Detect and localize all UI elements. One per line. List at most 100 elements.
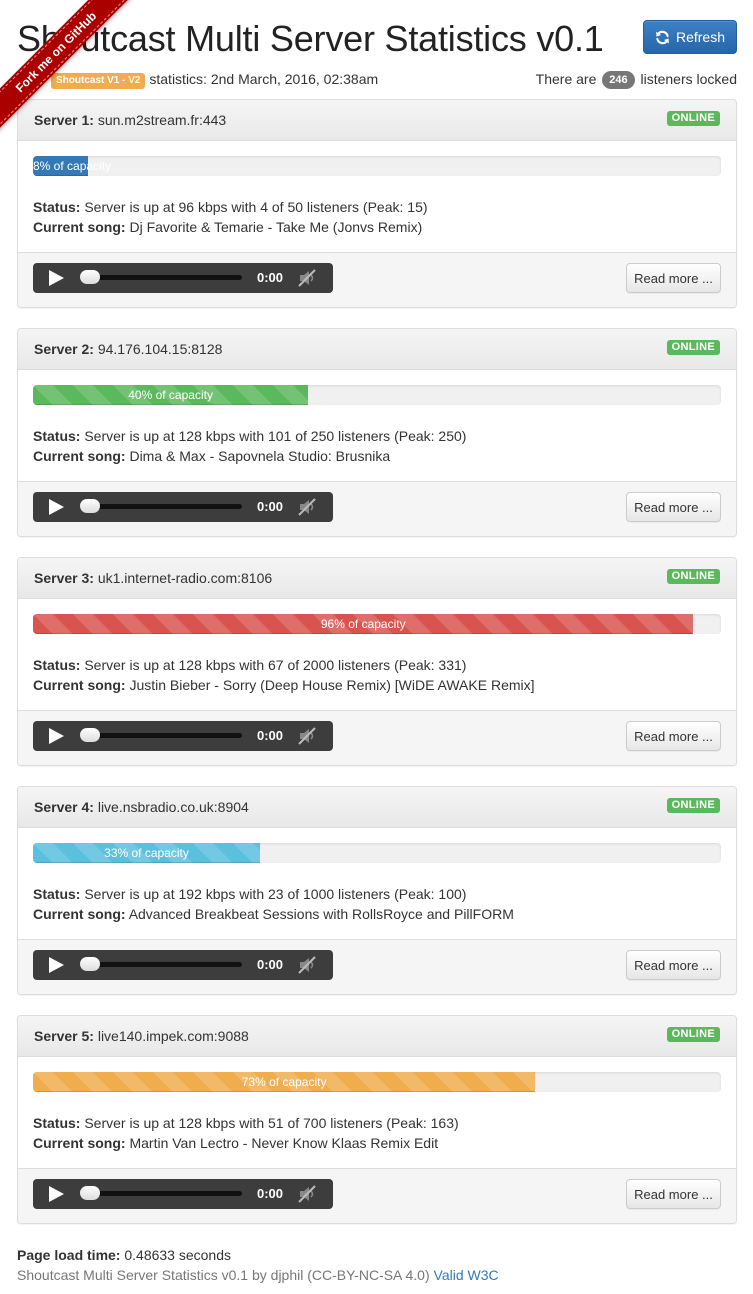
seek-handle[interactable] xyxy=(80,1186,100,1200)
elapsed-time: 0:00 xyxy=(257,499,284,514)
listeners-count-badge: 246 xyxy=(602,71,635,89)
server-info: Status: Server is up at 128 kbps with 67… xyxy=(33,655,721,695)
status-line: Status: Server is up at 128 kbps with 10… xyxy=(33,426,721,446)
capacity-progress-bar: 73% of capacity xyxy=(33,1072,536,1092)
server-address: live140.impek.com:9088 xyxy=(97,1028,249,1044)
play-button[interactable] xyxy=(43,725,69,747)
play-icon xyxy=(49,499,64,515)
capacity-progress: 40% of capacity xyxy=(33,385,721,405)
play-button[interactable] xyxy=(43,1183,69,1205)
current-song-label: Current song: xyxy=(33,1135,126,1151)
server-info: Status: Server is up at 96 kbps with 4 o… xyxy=(33,197,721,237)
server-panel-body: 33% of capacity Status: Server is up at … xyxy=(18,828,736,939)
server-panel-footer: 0:00 Read more ... xyxy=(18,1168,736,1223)
capacity-progress-bar: 33% of capacity xyxy=(33,843,261,863)
listeners-info: There are 246 listeners locked xyxy=(536,69,737,89)
seek-handle[interactable] xyxy=(80,270,100,284)
status-text: Server is up at 128 kbps with 67 of 2000… xyxy=(84,657,467,673)
elapsed-time: 0:00 xyxy=(257,270,284,285)
current-song-label: Current song: xyxy=(33,219,126,235)
status-text: Server is up at 128 kbps with 51 of 700 … xyxy=(84,1115,459,1131)
server-label: Server 5: xyxy=(34,1028,94,1044)
statistics-text: statistics: 2nd March, 2016, 02:38am xyxy=(149,71,379,87)
play-button[interactable] xyxy=(43,954,69,976)
status-label: Status: xyxy=(33,886,81,902)
seek-bar[interactable] xyxy=(80,957,242,971)
server-panel-body: 73% of capacity Status: Server is up at … xyxy=(18,1057,736,1168)
current-song-label: Current song: xyxy=(33,448,126,464)
server-panel: Server 3: uk1.internet-radio.com:8106 ON… xyxy=(17,557,737,766)
play-icon xyxy=(49,957,64,973)
status-badge: ONLINE xyxy=(666,111,720,126)
seek-bar[interactable] xyxy=(80,728,242,742)
elapsed-time: 0:00 xyxy=(257,957,284,972)
read-more-button[interactable]: Read more ... xyxy=(626,950,721,980)
current-song-line: Current song: Martin Van Lectro - Never … xyxy=(33,1133,721,1153)
status-badge: ONLINE xyxy=(666,1027,720,1042)
server-info: Status: Server is up at 128 kbps with 10… xyxy=(33,426,721,466)
seek-bar[interactable] xyxy=(80,1186,242,1200)
refresh-label: Refresh xyxy=(675,29,726,45)
audio-player: 0:00 xyxy=(33,1179,333,1209)
status-badge: ONLINE xyxy=(666,798,720,813)
mute-button[interactable] xyxy=(297,498,317,516)
server-label: Server 4: xyxy=(34,799,94,815)
version-badge-v2: V2 xyxy=(128,75,141,86)
server-panel-heading: Server 3: uk1.internet-radio.com:8106 ON… xyxy=(18,558,736,599)
listeners-suffix: listeners locked xyxy=(640,71,738,87)
status-line: Status: Server is up at 96 kbps with 4 o… xyxy=(33,197,721,217)
server-panel-footer: 0:00 Read more ... xyxy=(18,710,736,765)
current-song-line: Current song: Dima & Max - Sapovnela Stu… xyxy=(33,446,721,466)
capacity-progress-bar: 40% of capacity xyxy=(33,385,309,405)
server-panel-body: 40% of capacity Status: Server is up at … xyxy=(18,370,736,481)
mute-button[interactable] xyxy=(297,269,317,287)
version-badge: Shoutcast V1 - V2 xyxy=(51,73,146,89)
current-song-text: Dima & Max - Sapovnela Studio: Brusnika xyxy=(129,448,391,464)
credits-line: Shoutcast Multi Server Statistics v0.1 b… xyxy=(17,1265,737,1285)
current-song-text: Advanced Breakbeat Sessions with RollsRo… xyxy=(128,906,514,922)
play-icon xyxy=(49,728,64,744)
mute-button[interactable] xyxy=(297,956,317,974)
seek-bar[interactable] xyxy=(80,270,242,284)
server-panel-footer: 0:00 Read more ... xyxy=(18,939,736,994)
server-panel-heading: Server 1: sun.m2stream.fr:443 ONLINE xyxy=(18,100,736,141)
server-address: 94.176.104.15:8128 xyxy=(97,341,223,357)
refresh-button[interactable]: Refresh xyxy=(643,20,737,54)
seek-handle[interactable] xyxy=(80,957,100,971)
page-load-value: 0.48633 seconds xyxy=(124,1247,231,1263)
capacity-progress-bar: 96% of capacity xyxy=(33,614,694,634)
current-song-line: Current song: Justin Bieber - Sorry (Dee… xyxy=(33,675,721,695)
status-badge: ONLINE xyxy=(666,569,720,584)
read-more-button[interactable]: Read more ... xyxy=(626,1179,721,1209)
page-title: Shoutcast Multi Server Statistics v0.1 xyxy=(17,18,604,59)
status-label: Status: xyxy=(33,657,81,673)
valid-w3c-link[interactable]: Valid W3C xyxy=(434,1267,499,1283)
server-panel-heading: Server 4: live.nsbradio.co.uk:8904 ONLIN… xyxy=(18,787,736,828)
server-panel: Server 5: live140.impek.com:9088 ONLINE … xyxy=(17,1015,737,1224)
server-panel: Server 2: 94.176.104.15:8128 ONLINE 40% … xyxy=(17,328,737,537)
page-load-label: Page load time: xyxy=(17,1247,121,1263)
status-label: Status: xyxy=(33,1115,81,1131)
status-line: Status: Server is up at 192 kbps with 23… xyxy=(33,884,721,904)
read-more-button[interactable]: Read more ... xyxy=(626,263,721,293)
seek-bar[interactable] xyxy=(80,499,242,513)
read-more-button[interactable]: Read more ... xyxy=(626,721,721,751)
server-panel: Server 4: live.nsbradio.co.uk:8904 ONLIN… xyxy=(17,786,737,995)
mute-button[interactable] xyxy=(297,727,317,745)
play-button[interactable] xyxy=(43,267,69,289)
volume-mute-icon xyxy=(298,498,316,516)
mute-button[interactable] xyxy=(297,1185,317,1203)
status-badge: ONLINE xyxy=(666,340,720,355)
current-song-text: Martin Van Lectro - Never Know Klaas Rem… xyxy=(129,1135,439,1151)
server-panel-heading: Server 5: live140.impek.com:9088 ONLINE xyxy=(18,1016,736,1057)
server-info: Status: Server is up at 128 kbps with 51… xyxy=(33,1113,721,1153)
listeners-prefix: There are xyxy=(535,71,597,87)
play-button[interactable] xyxy=(43,496,69,518)
seek-handle[interactable] xyxy=(80,728,100,742)
capacity-progress: 73% of capacity xyxy=(33,1072,721,1092)
server-panel-footer: 0:00 Read more ... xyxy=(18,481,736,536)
status-label: Status: xyxy=(33,428,81,444)
seek-handle[interactable] xyxy=(80,499,100,513)
server-address: uk1.internet-radio.com:8106 xyxy=(97,570,273,586)
read-more-button[interactable]: Read more ... xyxy=(626,492,721,522)
